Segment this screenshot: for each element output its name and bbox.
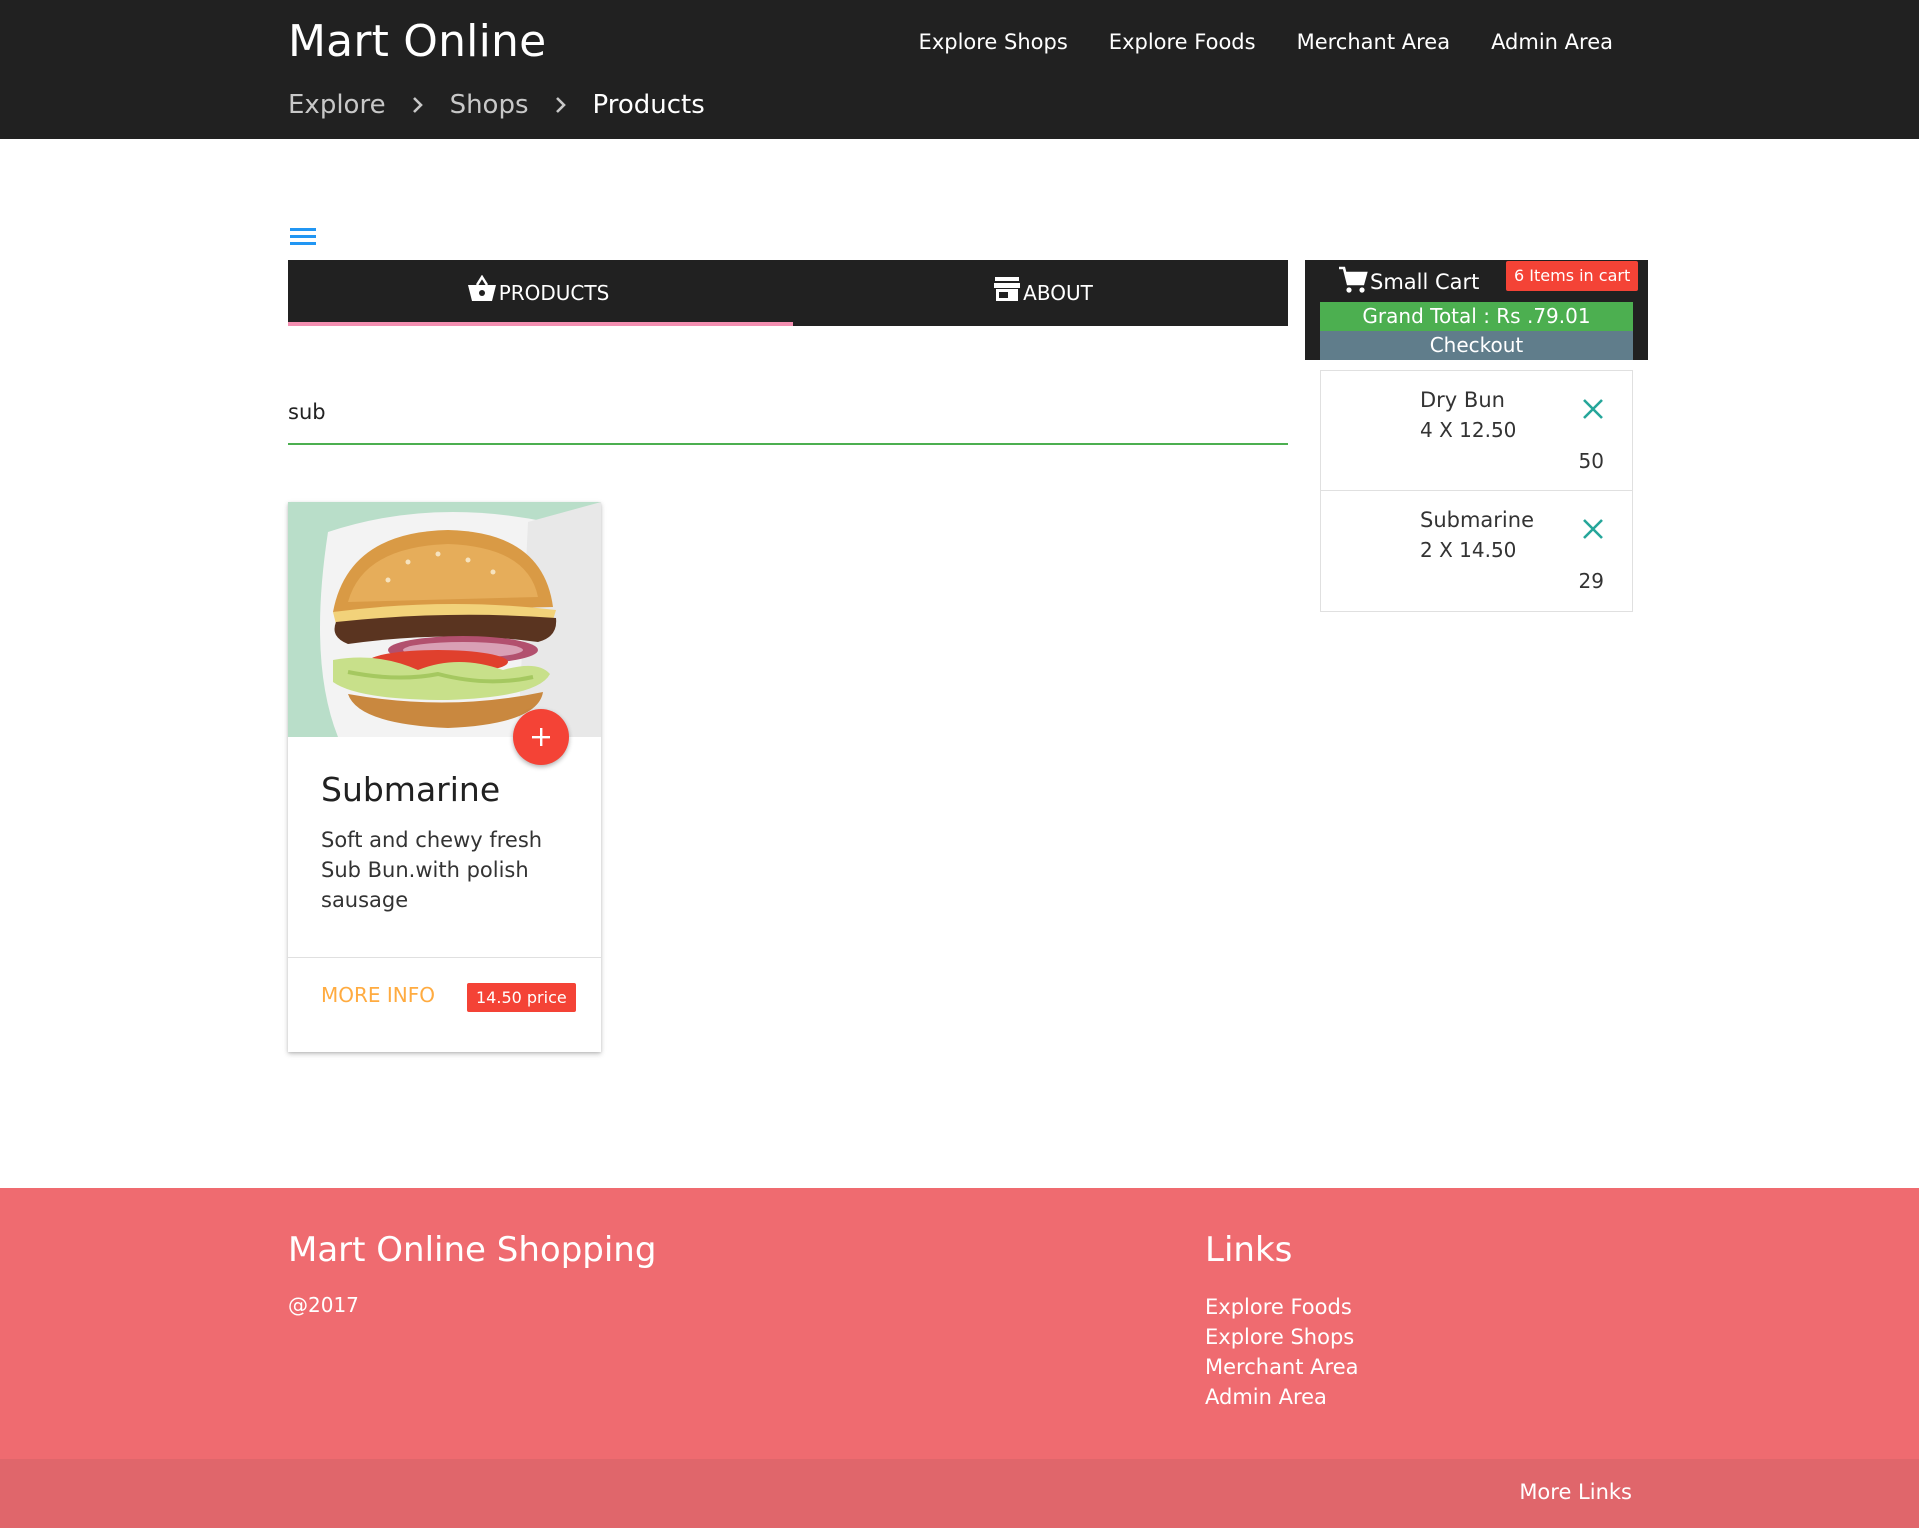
tab-about-label: ABOUT	[1023, 281, 1093, 305]
search-input[interactable]	[288, 392, 1288, 432]
nav-admin-area[interactable]: Admin Area	[1491, 30, 1613, 54]
card-actions: MORE INFO 14.50 price	[288, 957, 601, 1052]
product-description: Soft and chewy fresh Sub Bun.with polish…	[321, 828, 543, 912]
cart-title-label: Small Cart	[1370, 270, 1480, 294]
footer-link-explore-shops[interactable]: Explore Shops	[1205, 1322, 1358, 1352]
cart-title: Small Cart	[1338, 266, 1479, 294]
nav-explore-foods[interactable]: Explore Foods	[1109, 30, 1256, 54]
cart-item-total: 50	[1578, 449, 1604, 473]
basket-icon	[467, 275, 496, 301]
more-links-link[interactable]: More Links	[1519, 1480, 1632, 1504]
tab-products[interactable]: PRODUCTS	[288, 260, 788, 326]
product-title: Submarine	[321, 770, 501, 809]
close-icon[interactable]	[1582, 518, 1604, 540]
top-navbar: Mart Online Explore Shops Explore Foods …	[0, 0, 1919, 139]
cart-item: Dry Bun 4 X 12.50 50	[1321, 371, 1632, 491]
footer-title: Mart Online Shopping	[288, 1230, 657, 1270]
breadcrumb: Explore Shops Products	[288, 90, 705, 120]
footer-bottom-bar: More Links	[0, 1459, 1919, 1528]
product-search	[288, 392, 1288, 445]
brand-logo[interactable]: Mart Online	[288, 16, 546, 67]
product-image	[288, 502, 601, 737]
cart-item-name: Dry Bun	[1420, 388, 1505, 412]
nav-merchant-area[interactable]: Merchant Area	[1297, 30, 1450, 54]
footer-links-title: Links	[1205, 1230, 1293, 1270]
breadcrumb-explore[interactable]: Explore	[288, 90, 386, 120]
page-footer: Mart Online Shopping @2017 Links Explore…	[0, 1188, 1919, 1528]
footer-link-admin-area[interactable]: Admin Area	[1205, 1382, 1358, 1412]
chevron-right-icon	[386, 90, 450, 120]
shop-tabs: PRODUCTS ABOUT	[288, 260, 1288, 326]
footer-link-merchant-area[interactable]: Merchant Area	[1205, 1352, 1358, 1382]
breadcrumb-shops[interactable]: Shops	[450, 90, 529, 120]
footer-copyright: @2017	[288, 1293, 359, 1317]
cart-icon	[1339, 266, 1368, 293]
menu-icon[interactable]	[290, 226, 318, 246]
small-cart-header: Small Cart 6 Items in cart Grand Total :…	[1305, 260, 1648, 360]
plus-icon	[532, 728, 550, 746]
breadcrumb-products[interactable]: Products	[593, 90, 705, 120]
cart-item-name: Submarine	[1420, 508, 1534, 532]
tab-about[interactable]: ABOUT	[793, 260, 1293, 326]
chevron-right-icon	[529, 90, 593, 120]
nav-links: Explore Shops Explore Foods Merchant Are…	[919, 30, 1613, 54]
cart-item: Submarine 2 X 14.50 29	[1321, 491, 1632, 611]
cart-item-total: 29	[1578, 569, 1604, 593]
more-info-link[interactable]: MORE INFO	[321, 983, 435, 1007]
footer-links: Explore Foods Explore Shops Merchant Are…	[1205, 1292, 1358, 1412]
product-card: Submarine Soft and chewy fresh Sub Bun.w…	[288, 502, 601, 1052]
price-badge: 14.50 price	[467, 983, 576, 1012]
store-icon	[994, 277, 1021, 301]
tab-products-label: PRODUCTS	[498, 281, 610, 305]
cart-item-quantity: 4 X 12.50	[1420, 418, 1517, 442]
footer-link-explore-foods[interactable]: Explore Foods	[1205, 1292, 1358, 1322]
nav-explore-shops[interactable]: Explore Shops	[919, 30, 1068, 54]
items-count-badge: 6 Items in cart	[1506, 261, 1639, 291]
cart-items-list: Dry Bun 4 X 12.50 50 Submarine 2 X 14.50…	[1320, 370, 1633, 612]
checkout-button[interactable]: Checkout	[1320, 331, 1633, 360]
cart-item-quantity: 2 X 14.50	[1420, 538, 1517, 562]
grand-total: Grand Total : Rs .79.01	[1320, 302, 1633, 331]
close-icon[interactable]	[1582, 398, 1604, 420]
add-to-cart-button[interactable]	[513, 709, 569, 765]
tab-indicator	[288, 322, 793, 326]
